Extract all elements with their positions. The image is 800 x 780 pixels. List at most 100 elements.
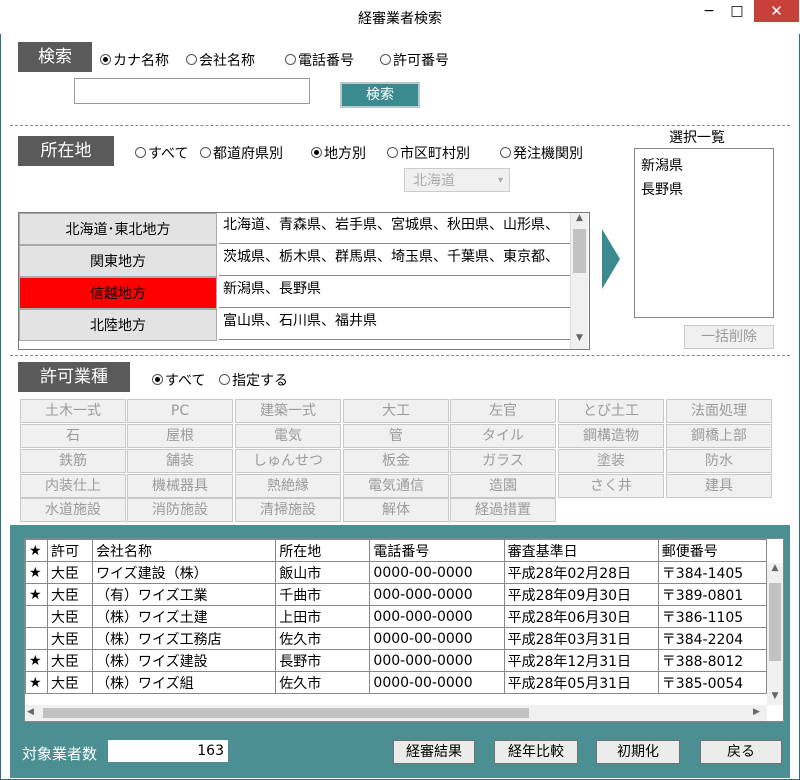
license-type-button[interactable]: 舗装 bbox=[127, 449, 233, 473]
license-type-button[interactable]: 管 bbox=[343, 424, 449, 448]
count-value: 163 bbox=[108, 740, 228, 762]
radio-company-name[interactable]: 会社名称 bbox=[186, 50, 255, 70]
region-dropdown[interactable]: 北海道 ▾ bbox=[404, 168, 510, 192]
table-row[interactable]: 大臣 （株）ワイズ工務店 佐久市 0000-00-0000 平成28年03月31日 〒38… bbox=[25, 627, 768, 650]
license-type-button[interactable]: 建築一式 bbox=[235, 399, 341, 423]
table-cell: 〒385-0054 bbox=[657, 671, 768, 694]
license-type-button[interactable]: 大工 bbox=[343, 399, 449, 423]
scroll-up-icon[interactable]: ▲ bbox=[571, 213, 588, 227]
table-row[interactable]: ★ 大臣 （株）ワイズ建設 長野市 000-000-0000 平成28年12月31日 〒38… bbox=[25, 649, 768, 672]
table-cell: ★ bbox=[25, 671, 49, 694]
license-type-button[interactable]: しゅんせつ bbox=[235, 449, 341, 473]
close-icon[interactable]: ✕ bbox=[754, 0, 799, 22]
license-type-button[interactable]: 電気通信 bbox=[343, 474, 449, 498]
license-type-button[interactable]: とび土工 bbox=[558, 399, 664, 423]
license-type-button[interactable]: PC bbox=[127, 399, 233, 423]
license-type-button[interactable]: 造園 bbox=[450, 474, 556, 498]
license-type-button[interactable]: 石 bbox=[20, 424, 126, 448]
table-cell: 佐久市 bbox=[275, 671, 371, 694]
license-type-button[interactable]: 経過措置 bbox=[450, 498, 556, 522]
scroll-right-icon[interactable]: ▶ bbox=[753, 707, 760, 717]
license-type-button[interactable]: 水道施設 bbox=[20, 498, 126, 522]
review-results-button[interactable]: 経審結果 bbox=[393, 740, 475, 764]
radio-kana-name[interactable]: カナ名称 bbox=[100, 50, 169, 70]
column-header[interactable]: 会社名称 bbox=[92, 539, 277, 562]
license-type-button[interactable]: 解体 bbox=[343, 498, 449, 522]
radio-dot bbox=[285, 54, 296, 65]
scroll-up-icon[interactable]: ▲ bbox=[767, 563, 783, 573]
license-type-button[interactable]: 清掃施設 bbox=[235, 498, 341, 522]
license-type-button[interactable]: 土木一式 bbox=[20, 399, 126, 423]
radio-phone-number[interactable]: 電話番号 bbox=[285, 50, 354, 70]
minimize-icon[interactable]: − bbox=[694, 0, 724, 22]
license-type-button[interactable]: 板金 bbox=[343, 449, 449, 473]
column-header[interactable]: 許可 bbox=[47, 539, 94, 562]
search-header: 検索 bbox=[18, 42, 92, 72]
column-header[interactable]: 審査基準日 bbox=[503, 539, 659, 562]
radio-by-municipality[interactable]: 市区町村別 bbox=[387, 143, 470, 163]
selection-item[interactable]: 新潟県 bbox=[641, 155, 683, 175]
radio-license-all[interactable]: すべて bbox=[152, 370, 205, 390]
license-type-button[interactable]: 左官 bbox=[450, 399, 556, 423]
scroll-thumb[interactable] bbox=[43, 708, 529, 718]
table-row[interactable]: ★ 大臣 ワイズ建設（株） 飯山市 0000-00-0000 平成28年02月28日 〒38… bbox=[25, 561, 768, 584]
license-type-button[interactable]: 鋼橋上部 bbox=[666, 424, 772, 448]
table-cell: （株）ワイズ組 bbox=[92, 671, 277, 694]
radio-by-ordering-agency[interactable]: 発注機関別 bbox=[500, 143, 583, 163]
table-cell: 〒384-2204 bbox=[657, 627, 768, 650]
search-button[interactable]: 検索 bbox=[340, 82, 420, 108]
scroll-left-icon[interactable]: ◀ bbox=[27, 707, 34, 717]
region-prefectures: 茨城県、栃木県、群馬県、埼玉県、千葉県、東京都、 bbox=[219, 245, 575, 276]
license-type-button[interactable]: 屋根 bbox=[127, 424, 233, 448]
license-type-button[interactable]: 鉄筋 bbox=[20, 449, 126, 473]
license-type-button[interactable]: 鋼構造物 bbox=[558, 424, 664, 448]
table-horizontal-scrollbar[interactable]: ◀ ▶ bbox=[25, 705, 767, 721]
maximize-icon[interactable]: □ bbox=[722, 0, 752, 22]
table-vertical-scrollbar[interactable]: ▲ ▼ bbox=[767, 563, 783, 705]
radio-by-region[interactable]: 地方別 bbox=[311, 143, 366, 163]
license-type-button[interactable]: 建具 bbox=[666, 474, 772, 498]
radio-label: 都道府県別 bbox=[213, 146, 283, 162]
radio-license-number[interactable]: 許可番号 bbox=[380, 50, 449, 70]
back-button[interactable]: 戻る bbox=[700, 740, 782, 764]
radio-location-all[interactable]: すべて bbox=[135, 143, 188, 163]
license-type-button[interactable]: 防水 bbox=[666, 449, 772, 473]
table-row[interactable]: ★ 大臣 （株）ワイズ組 佐久市 0000-00-0000 平成28年05月31日 〒385… bbox=[25, 671, 768, 694]
license-type-button[interactable]: タイル bbox=[450, 424, 556, 448]
region-scrollbar[interactable]: ▲ ▼ bbox=[570, 213, 588, 349]
license-type-button[interactable]: 法面処理 bbox=[666, 399, 772, 423]
license-type-button[interactable]: 熱絶縁 bbox=[235, 474, 341, 498]
radio-license-specify[interactable]: 指定する bbox=[219, 370, 288, 390]
table-row[interactable]: 大臣 （株）ワイズ土建 上田市 000-000-0000 平成28年06月30日 〒386… bbox=[25, 605, 768, 628]
table-cell: 0000-00-0000 bbox=[369, 627, 505, 650]
license-type-button[interactable]: 塗装 bbox=[558, 449, 664, 473]
license-type-button[interactable]: 内装仕上 bbox=[20, 474, 126, 498]
region-button-shinetsu[interactable]: 信越地方 bbox=[19, 277, 217, 309]
table-cell: 平成28年05月31日 bbox=[503, 671, 659, 694]
column-header[interactable]: 所在地 bbox=[275, 539, 371, 562]
selection-list[interactable]: 新潟県 長野県 bbox=[634, 148, 774, 318]
license-type-button[interactable]: 消防施設 bbox=[127, 498, 233, 522]
license-type-button[interactable]: 機械器具 bbox=[127, 474, 233, 498]
scroll-down-icon[interactable]: ▼ bbox=[571, 333, 588, 347]
search-input[interactable] bbox=[74, 78, 310, 104]
clear-all-button[interactable]: 一括削除 bbox=[684, 325, 774, 349]
region-button-hokkaido-tohoku[interactable]: 北海道･東北地方 bbox=[19, 213, 217, 245]
column-header[interactable]: ★ bbox=[25, 539, 49, 562]
scroll-thumb[interactable] bbox=[573, 229, 586, 273]
region-button-hokuriku[interactable]: 北陸地方 bbox=[19, 309, 217, 341]
reset-button[interactable]: 初期化 bbox=[596, 740, 680, 764]
scroll-thumb[interactable] bbox=[769, 583, 781, 661]
region-button-kanto[interactable]: 関東地方 bbox=[19, 245, 217, 277]
yearly-comparison-button[interactable]: 経年比較 bbox=[494, 740, 578, 764]
radio-by-prefecture[interactable]: 都道府県別 bbox=[200, 143, 283, 163]
license-type-button[interactable]: 電気 bbox=[235, 424, 341, 448]
selection-item[interactable]: 長野県 bbox=[641, 179, 683, 199]
scroll-down-icon[interactable]: ▼ bbox=[767, 691, 783, 701]
column-header[interactable]: 郵便番号 bbox=[657, 539, 768, 562]
column-header[interactable]: 電話番号 bbox=[369, 539, 505, 562]
license-type-button[interactable]: ガラス bbox=[450, 449, 556, 473]
region-list: 北海道･東北地方 北海道、青森県、岩手県、宮城県、秋田県、山形県、 関東地方 茨… bbox=[18, 212, 590, 350]
table-row[interactable]: ★ 大臣 （有）ワイズ工業 千曲市 000-000-0000 平成28年09月30日 〒38… bbox=[25, 583, 768, 606]
license-type-button[interactable]: さく井 bbox=[558, 474, 664, 498]
